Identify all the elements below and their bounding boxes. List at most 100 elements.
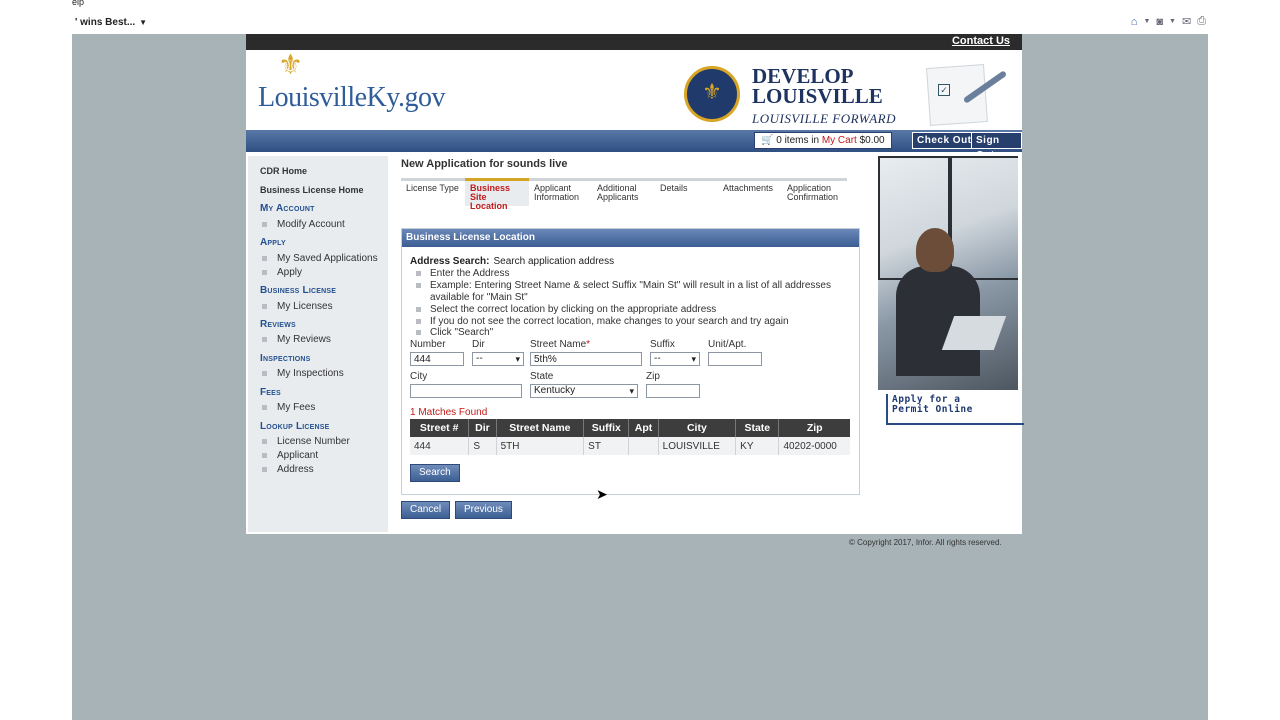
top-bar: Contact Us [246, 34, 1022, 50]
sidebar-item-apply[interactable]: Apply [262, 267, 302, 278]
favorites-bar-item[interactable]: ' wins Best... ▼ [75, 17, 147, 28]
cell-city[interactable]: LOUISVILLE [658, 437, 737, 455]
browser-tools: ⌂ ▼ ◙ ▼ ✉ ⎙ [1131, 15, 1206, 28]
louisville-forward-tagline: LOUISVILLE FORWARD [752, 111, 896, 126]
browser-toolbar: elp ' wins Best... ▼ ⌂ ▼ ◙ ▼ ✉ ⎙ [0, 0, 1280, 34]
number-label: Number [410, 339, 446, 350]
results-table: Street # Dir Street Name Suffix Apt City… [410, 419, 850, 455]
chevron-down-icon[interactable]: ▼ [1169, 18, 1176, 25]
sidebar-item-license-number[interactable]: License Number [262, 436, 350, 447]
chevron-down-icon: ▾ [515, 354, 520, 364]
sidebar-heading-business-license: Business License [260, 285, 337, 296]
suffix-label: Suffix [650, 339, 675, 350]
sidebar-item-applicant[interactable]: Applicant [262, 450, 318, 461]
sidebar-heading-my-account: My Account [260, 203, 315, 214]
address-search-label: Address Search: Search application addres… [410, 256, 615, 267]
business-license-location-panel: Business License Location Address Search… [401, 228, 860, 495]
sidebar-cdr-home[interactable]: CDR Home [260, 166, 307, 176]
home-icon[interactable]: ⌂ [1131, 16, 1138, 28]
step-application-confirmation[interactable]: Application Confirmation [782, 178, 847, 206]
account-band: 🛒 0 items in My Cart $0.00 Check Out Sig… [246, 130, 1022, 161]
dir-select[interactable]: -- ▾ [472, 352, 524, 366]
cancel-button[interactable]: Cancel [399, 500, 452, 520]
sidebar-item-modify-account[interactable]: Modify Account [262, 219, 345, 230]
page-title: New Application for sounds live [401, 158, 568, 170]
cart-total: $0.00 [859, 135, 885, 146]
col-city[interactable]: City [658, 419, 737, 437]
contact-us-link[interactable]: Contact Us [952, 35, 1010, 47]
col-street-name[interactable]: Street Name [496, 419, 585, 437]
sidebar-heading-lookup-license: Lookup License [260, 421, 330, 432]
dir-label: Dir [472, 339, 485, 350]
state-select[interactable]: Kentucky ▾ [530, 384, 638, 398]
cell-suffix[interactable]: ST [583, 437, 630, 455]
copyright-text: © Copyright 2017, Infor. All rights rese… [849, 538, 1002, 547]
cell-state[interactable]: KY [735, 437, 780, 455]
step-license-type[interactable]: License Type [401, 178, 465, 206]
sidebar-item-address[interactable]: Address [262, 464, 314, 475]
mouse-cursor-icon: ➤ [596, 486, 608, 502]
louisville-line: LOUISVILLE [752, 84, 883, 108]
sidebar-item-my-licenses[interactable]: My Licenses [262, 301, 333, 312]
site-header: ⚜ LouisvilleKy.gov ⚜ DEVELOP LOUISVILLE … [246, 49, 1022, 130]
suffix-select[interactable]: -- ▾ [650, 352, 700, 366]
col-suffix[interactable]: Suffix [583, 419, 630, 437]
step-attachments[interactable]: Attachments [718, 178, 782, 206]
cart-count: 0 [776, 135, 782, 146]
sidebar-heading-reviews: Reviews [260, 319, 296, 330]
sidebar: CDR Home Business License Home My Accoun… [248, 156, 388, 532]
sidebar-heading-inspections: Inspections [260, 353, 311, 364]
menu-help[interactable]: elp [72, 0, 84, 7]
sidebar-item-my-reviews[interactable]: My Reviews [262, 334, 331, 345]
step-applicant-information[interactable]: Applicant Information [529, 178, 593, 206]
check-out-button[interactable]: Check Out [912, 132, 977, 149]
louisville-seal-icon: ⚜ [684, 66, 740, 122]
my-cart-link[interactable]: My Cart [822, 135, 857, 146]
sidebar-item-my-inspections[interactable]: My Inspections [262, 368, 344, 379]
street-name-field[interactable]: 5th% [530, 352, 642, 366]
previous-button[interactable]: Previous [454, 500, 513, 520]
sidebar-item-saved-applications[interactable]: My Saved Applications [262, 253, 378, 264]
cart-summary[interactable]: 🛒 0 items in My Cart $0.00 [754, 132, 892, 149]
col-street-number[interactable]: Street # [410, 419, 470, 437]
sidebar-heading-apply: Apply [260, 237, 286, 248]
col-zip[interactable]: Zip [778, 419, 850, 437]
sidebar-business-license-home[interactable]: Business License Home [260, 185, 364, 195]
sign-out-button[interactable]: Sign Out [971, 132, 1022, 161]
street-name-label: Street Name* [530, 339, 591, 350]
sidebar-item-my-fees[interactable]: My Fees [262, 402, 315, 413]
step-additional-applicants[interactable]: Additional Applicants [592, 178, 656, 206]
unit-field[interactable] [708, 352, 762, 366]
col-apt[interactable]: Apt [628, 419, 659, 437]
louisvilleky-logo[interactable]: LouisvilleKy.gov [258, 82, 445, 114]
cell-zip[interactable]: 40202-0000 [778, 437, 850, 455]
search-button[interactable]: Search [409, 463, 461, 483]
favorite-label: ' wins Best... [75, 17, 136, 28]
cell-apt[interactable] [628, 437, 659, 455]
zip-field[interactable] [646, 384, 700, 398]
cell-street-name[interactable]: 5TH [496, 437, 585, 455]
step-details[interactable]: Details [655, 178, 719, 206]
chevron-down-icon[interactable]: ▼ [1143, 18, 1150, 25]
city-field[interactable] [410, 384, 522, 398]
chevron-down-icon[interactable]: ▼ [139, 18, 147, 27]
print-icon[interactable]: ⎙ [1197, 15, 1206, 28]
apply-permit-online-link[interactable]: Apply for a Permit Online [886, 394, 1024, 425]
table-row[interactable]: 444 S 5TH ST LOUISVILLE KY 40202-0000 [410, 437, 850, 455]
rss-icon[interactable]: ◙ [1156, 16, 1163, 28]
page-container: Contact Us ⚜ LouisvilleKy.gov ⚜ DEVELOP … [246, 34, 1024, 534]
panel-title: Business License Location [402, 229, 859, 247]
cell-dir[interactable]: S [468, 437, 497, 455]
chevron-down-icon: ▾ [691, 354, 696, 364]
col-dir[interactable]: Dir [468, 419, 497, 437]
mail-icon[interactable]: ✉ [1182, 15, 1191, 28]
number-field[interactable]: 444 [410, 352, 464, 366]
chevron-down-icon: ▾ [629, 386, 634, 396]
cell-street-number[interactable]: 444 [410, 437, 470, 455]
step-business-site-location[interactable]: Business Site Location [465, 178, 529, 211]
approved-document-icon: ✓ [926, 58, 1012, 126]
col-state[interactable]: State [735, 419, 780, 437]
develop-louisville-title[interactable]: DEVELOP LOUISVILLE [752, 66, 883, 108]
sidebar-heading-fees: Fees [260, 387, 281, 398]
unit-label: Unit/Apt. [708, 339, 747, 350]
